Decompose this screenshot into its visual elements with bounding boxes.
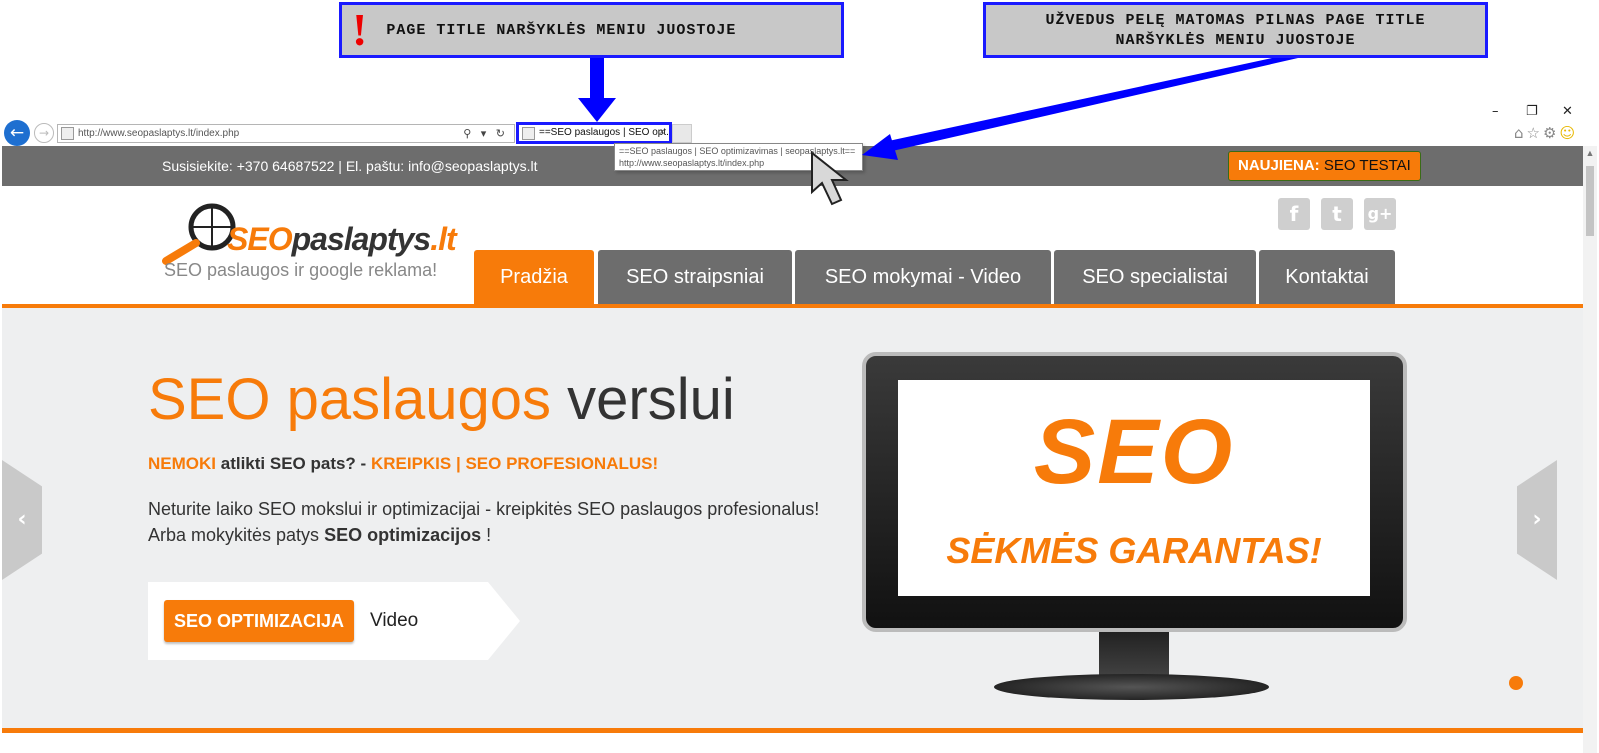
slider-prev-button[interactable]: ‹ <box>2 460 42 580</box>
monitor-image: SEO SĖKMĖS GARANTAS! <box>862 352 1407 632</box>
annotation-arrows <box>578 58 1298 206</box>
monitor-stand <box>1099 632 1169 680</box>
nav-item-contacts[interactable]: Kontaktai <box>1259 250 1395 304</box>
screen-seo-text: SEO <box>1033 401 1235 503</box>
slider-dot[interactable] <box>1509 676 1523 690</box>
hero-slider: SEO paslaugos verslui NEMOKI atlikti SEO… <box>2 308 1583 728</box>
video-link[interactable]: Video <box>370 610 418 632</box>
nav-item-articles[interactable]: SEO straipsniai <box>598 250 792 304</box>
slider-next-button[interactable]: › <box>1517 460 1557 580</box>
hero-title: SEO paslaugos verslui <box>148 367 735 432</box>
monitor-screen: SEO SĖKMĖS GARANTAS! <box>898 380 1370 596</box>
nav-item-video[interactable]: SEO mokymai - Video <box>795 250 1051 304</box>
hero-subtitle: NEMOKI atlikti SEO pats? - KREIPKIS | SE… <box>148 454 659 473</box>
hero-bottom-line <box>2 728 1583 733</box>
down-arrow-icon <box>578 58 616 122</box>
monitor-base <box>994 674 1269 700</box>
nav-item-specialists[interactable]: SEO specialistai <box>1054 250 1256 304</box>
nav-item-home[interactable]: Pradžia <box>474 250 594 304</box>
diagonal-arrow-icon <box>862 58 1298 160</box>
cta-panel-arrow <box>488 582 520 660</box>
hero-text: Neturite laiko SEO mokslui ir optimizaci… <box>148 499 820 545</box>
mouse-pointer-icon <box>811 150 849 206</box>
seo-optimization-button[interactable]: SEO OPTIMIZACIJA <box>164 600 354 642</box>
tagline: SEO paslaugos ir google reklama! <box>164 260 438 280</box>
screen-slogan: SĖKMĖS GARANTAS! <box>946 530 1322 571</box>
